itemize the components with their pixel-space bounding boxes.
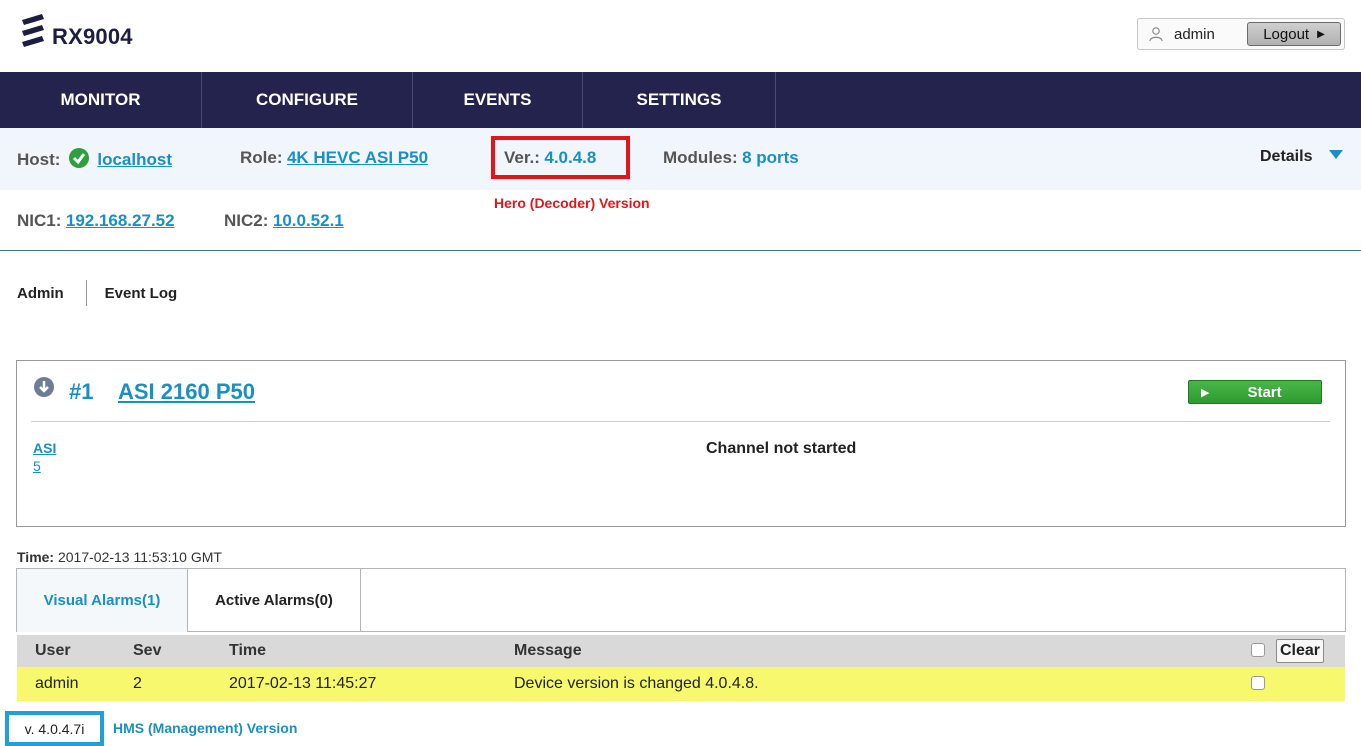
start-label: Start — [1247, 383, 1282, 401]
row-sev: 2 — [133, 675, 142, 692]
panel-divider — [31, 421, 1330, 422]
row-time: 2017-02-13 11:45:27 — [229, 675, 377, 692]
hero-version-annotation: Hero (Decoder) Version — [494, 195, 650, 211]
row-message: Device version is changed 4.0.4.8. — [514, 675, 759, 692]
main-nav: MONITOR CONFIGURE EVENTS SETTINGS — [0, 72, 1361, 128]
row-checkbox[interactable] — [1251, 676, 1265, 690]
channel-number: #1 — [69, 379, 94, 404]
host-info: Host: localhost — [17, 148, 172, 170]
caret-right-icon: ▶ — [1317, 28, 1325, 40]
channel-name-link[interactable]: ASI 2160 P50 — [118, 379, 255, 405]
info-divider — [0, 250, 1361, 251]
nav-events[interactable]: EVENTS — [413, 72, 583, 128]
modules-info: Modules: 8 ports — [663, 148, 799, 168]
play-icon: ▶ — [1201, 386, 1210, 399]
select-all-checkbox[interactable] — [1251, 643, 1265, 657]
nic2-link[interactable]: 10.0.52.1 — [273, 211, 344, 230]
nic1-link[interactable]: 192.168.27.52 — [66, 211, 175, 230]
tab-admin[interactable]: Admin — [17, 285, 64, 302]
host-label: Host: — [17, 150, 61, 169]
footer-version: v. 4.0.4.7i — [5, 711, 104, 746]
role-label: Role: — [240, 148, 283, 167]
nav-configure[interactable]: CONFIGURE — [202, 72, 413, 128]
modules-label: Modules: — [663, 148, 738, 167]
time-display: Time: 2017-02-13 11:53:10 GMT — [17, 549, 222, 565]
version-highlight-box — [491, 136, 630, 179]
ericsson-logo-icon — [22, 14, 44, 47]
time-label: Time: — [17, 549, 55, 565]
sub-tabs: Admin Event Log — [17, 280, 177, 306]
check-circle-icon — [68, 148, 89, 168]
user-name: admin — [1174, 25, 1215, 43]
details-toggle[interactable]: Details — [1260, 148, 1343, 166]
download-arrow-icon[interactable] — [34, 377, 54, 397]
nic2-info: NIC2: 10.0.52.1 — [224, 211, 344, 231]
user-icon — [1149, 27, 1163, 42]
channel-status: Channel not started — [706, 440, 857, 457]
logout-label: Logout — [1263, 25, 1310, 43]
header-user: User — [35, 642, 71, 659]
alarm-tabs: Visual Alarms(1) Active Alarms(0) — [16, 568, 1346, 632]
header-message: Message — [514, 642, 582, 659]
row-user: admin — [35, 675, 79, 692]
details-label: Details — [1260, 148, 1313, 165]
tab-divider — [85, 280, 87, 306]
role-link[interactable]: 4K HEVC ASI P50 — [287, 148, 428, 167]
tab-event-log[interactable]: Event Log — [105, 285, 178, 302]
role-info: Role: 4K HEVC ASI P50 — [240, 148, 428, 168]
nic2-label: NIC2: — [224, 211, 269, 230]
user-box: admin Logout ▶ — [1137, 18, 1345, 50]
tab-active-alarms[interactable]: Active Alarms(0) — [188, 569, 361, 632]
header-sev: Sev — [133, 642, 162, 659]
nic1-label: NIC1: — [17, 211, 62, 230]
nav-settings[interactable]: SETTINGS — [583, 72, 776, 128]
tab-visual-alarms[interactable]: Visual Alarms(1) — [17, 569, 188, 632]
modules-value: 8 ports — [742, 148, 799, 167]
input-port-number[interactable]: 5 — [33, 458, 41, 474]
alarm-table-header — [17, 635, 1345, 667]
start-button[interactable]: ▶ Start — [1188, 380, 1322, 404]
clear-button[interactable]: Clear — [1276, 639, 1324, 663]
time-value: 2017-02-13 11:53:10 GMT — [57, 549, 222, 565]
logout-button[interactable]: Logout ▶ — [1247, 22, 1341, 46]
header-time: Time — [229, 642, 267, 659]
input-asi-link[interactable]: ASI — [33, 440, 56, 456]
hms-version-annotation: HMS (Management) Version — [113, 720, 298, 736]
nav-monitor[interactable]: MONITOR — [0, 72, 202, 128]
logo: RX9004 — [20, 8, 160, 56]
chevron-down-icon — [1328, 150, 1343, 159]
nic1-info: NIC1: 192.168.27.52 — [17, 211, 175, 231]
device-model-title: RX9004 — [52, 24, 133, 49]
host-link[interactable]: localhost — [97, 150, 172, 169]
